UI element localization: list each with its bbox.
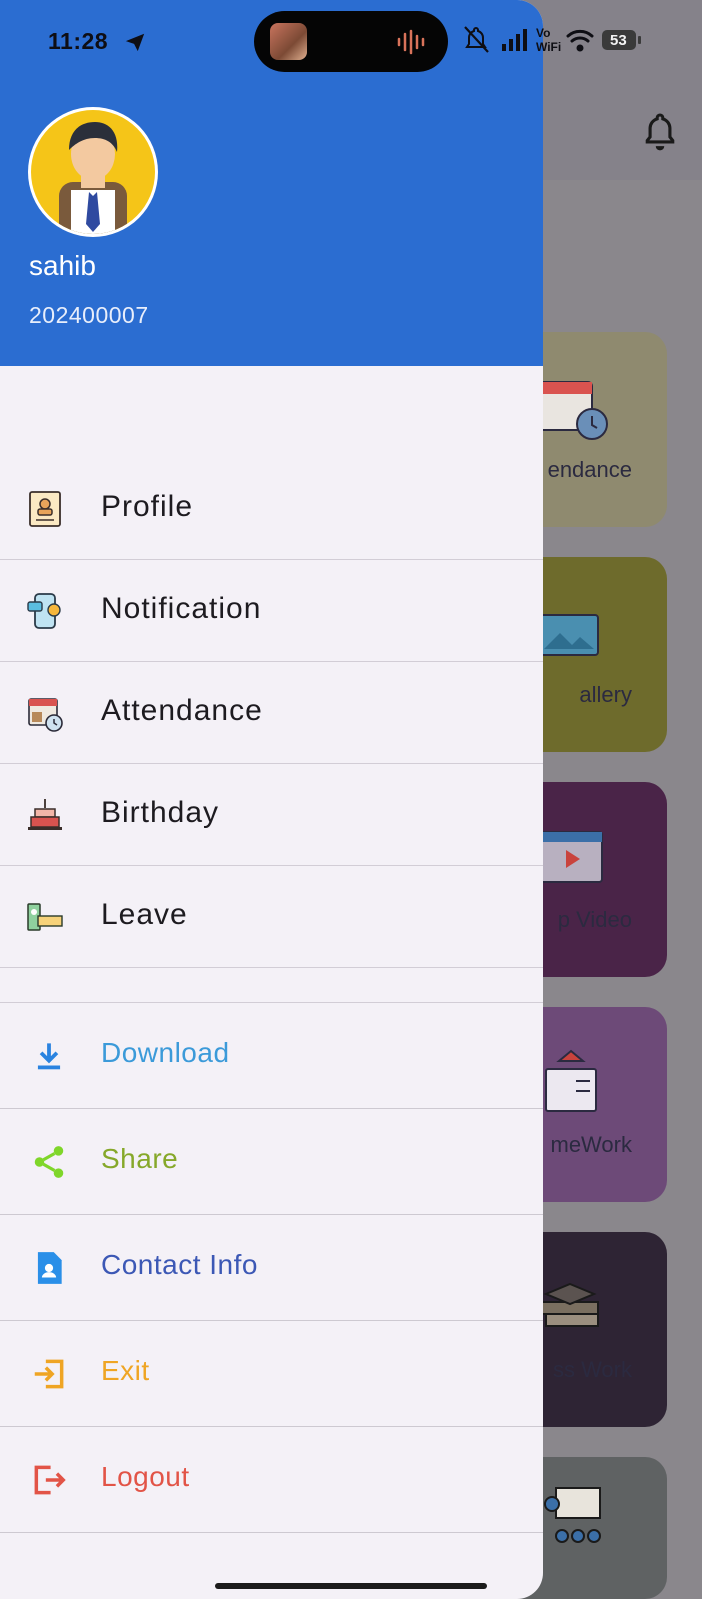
download-icon <box>37 1043 61 1070</box>
calendar-clock-icon <box>536 381 608 440</box>
action-exit[interactable]: Exit <box>0 1321 543 1427</box>
menu-item-label: Profile <box>101 490 194 523</box>
wifi-icon <box>566 29 594 52</box>
media-thumbnail <box>270 23 307 60</box>
user-name: sahib <box>29 250 96 281</box>
action-label: Contact Info <box>101 1249 258 1280</box>
video-player-icon <box>539 831 603 883</box>
profile-card-icon <box>29 491 61 527</box>
menu-item-notification[interactable]: Notification <box>0 560 543 662</box>
birthday-cake-icon <box>28 799 62 830</box>
svg-text:Vo: Vo <box>536 26 550 40</box>
menu-item-label: Leave <box>101 898 188 931</box>
mute-bell-icon <box>464 26 489 53</box>
action-label: Download <box>101 1037 230 1068</box>
calendar-clock-icon <box>28 698 63 732</box>
svg-text:WiFi: WiFi <box>536 40 561 54</box>
exit-icon <box>34 1359 64 1389</box>
telegram-icon <box>125 33 145 52</box>
avatar[interactable] <box>28 107 158 237</box>
bell-icon[interactable] <box>643 112 677 152</box>
action-label: Share <box>101 1143 179 1174</box>
classroom-icon <box>544 1487 601 1543</box>
action-label: Exit <box>101 1355 150 1386</box>
action-label: Logout <box>101 1461 190 1492</box>
contact-document-icon <box>37 1252 62 1284</box>
audio-wave-icon <box>397 29 425 55</box>
leave-ticket-icon <box>27 903 63 931</box>
logout-icon <box>34 1465 66 1495</box>
menu-item-label: Birthday <box>101 796 220 829</box>
menu-item-profile[interactable]: Profile <box>0 458 543 560</box>
menu-item-birthday[interactable]: Birthday <box>0 764 543 866</box>
navigation-drawer: sahib 202400007 Profile Notification Att… <box>0 0 543 1599</box>
action-contact-info[interactable]: Contact Info <box>0 1215 543 1321</box>
menu-item-label: Notification <box>101 592 262 625</box>
books-stack-icon <box>541 1282 599 1327</box>
homework-book-icon <box>545 1049 597 1112</box>
drawer-menu: Profile Notification Attendance Birthday… <box>0 458 543 1533</box>
menu-item-attendance[interactable]: Attendance <box>0 662 543 764</box>
phone-notification-icon <box>27 593 61 629</box>
menu-item-label: Attendance <box>101 694 263 727</box>
student-avatar-icon <box>59 122 127 234</box>
user-id: 202400007 <box>29 302 149 328</box>
menu-divider <box>0 968 543 1003</box>
home-indicator[interactable] <box>215 1583 487 1589</box>
system-status-icons: Vo WiFi <box>464 26 641 54</box>
action-logout[interactable]: Logout <box>0 1427 543 1533</box>
status-time: 11:28 <box>48 28 109 54</box>
status-bar: 11:28 Vo WiFi 53 <box>0 0 702 84</box>
battery-level: 53 <box>610 32 627 49</box>
menu-item-leave[interactable]: Leave <box>0 866 543 968</box>
share-icon <box>34 1146 64 1178</box>
action-share[interactable]: Share <box>0 1109 543 1215</box>
gallery-icon <box>539 614 599 656</box>
dynamic-island[interactable] <box>254 11 448 72</box>
action-download[interactable]: Download <box>0 1003 543 1109</box>
signal-icon <box>502 29 527 51</box>
